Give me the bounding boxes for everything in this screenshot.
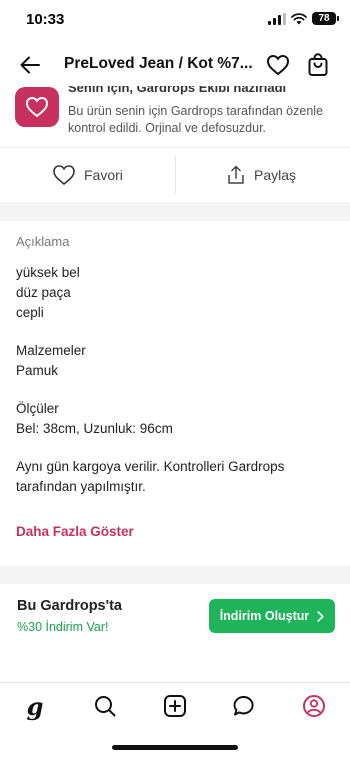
description-line: yüksek bel [16,265,80,280]
description-line: tarafından yapılmıştır. [16,479,146,494]
action-row: Favori Paylaş [0,147,350,202]
create-discount-button[interactable]: İndirim Oluştur [209,599,335,633]
wifi-icon [291,12,307,24]
tab-profile[interactable] [299,693,329,719]
description-line: Ölçüler [16,401,59,416]
status-bar: 10:33 78 [0,0,350,44]
description-heading: Açıklama [16,234,70,249]
share-icon [228,165,244,184]
gardrops-logo-icon: g [26,691,44,721]
action-divider [175,156,176,194]
guarantee-text: Bu ürün senin için Gardrops tarafından ö… [68,104,324,135]
shopping-bag-icon [308,53,328,76]
promo-title: Bu Gardrops'ta [17,598,122,614]
status-icons: 78 [268,12,339,25]
description-line: Pamuk [16,363,59,378]
description-line: Bel: 38cm, Uzunluk: 96cm [16,421,173,436]
description-line: düz paça [16,285,71,300]
navigation-bar: PreLoved Jean / Kot %7... [0,44,350,86]
signal-icon [268,12,286,25]
create-discount-label: İndirim Oluştur [219,609,310,623]
favorite-action-button[interactable]: Favori [52,148,123,202]
show-more-link[interactable]: Daha Fazla Göster [16,524,134,539]
profile-icon [303,695,325,717]
section-divider [0,202,350,221]
tab-home[interactable]: g [20,691,50,721]
share-label: Paylaş [254,167,297,183]
favorite-button[interactable] [264,51,292,79]
description-line: Aynı gün kargoya verilir. Kontrolleri Ga… [16,459,285,474]
status-time: 10:33 [26,11,65,28]
description-line: Malzemeler [16,343,86,358]
back-button[interactable] [16,52,44,78]
share-button[interactable]: Paylaş [226,148,296,202]
section-divider [0,566,350,584]
heart-icon [266,54,290,76]
guarantee-banner: Senin için, Gardrops Ekibi hazırladı Bu … [0,80,350,146]
cart-button[interactable] [304,51,332,79]
favorite-label: Favori [84,167,123,183]
battery-icon: 78 [312,12,339,25]
chat-bubble-icon [233,696,254,716]
promo-subtitle: %30 İndirim Var! [17,620,109,634]
plus-square-icon [164,695,186,717]
heart-badge-icon [15,87,59,127]
description-line: cepli [16,305,44,320]
tab-bar: g [0,682,350,757]
tab-messages[interactable] [229,693,259,719]
home-indicator [112,745,238,750]
search-icon [95,696,116,717]
chevron-right-icon [317,610,324,622]
tab-search[interactable] [90,693,120,719]
tab-add-listing[interactable] [160,693,190,719]
page-title: PreLoved Jean / Kot %7... [64,55,253,72]
heart-icon [53,165,75,186]
arrow-left-icon [20,56,40,74]
